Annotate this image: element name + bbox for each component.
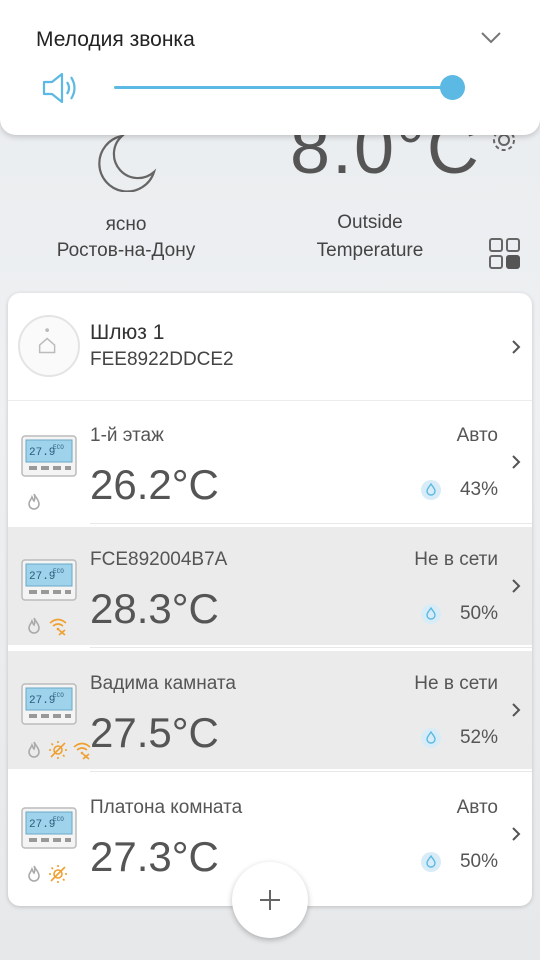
moon-icon — [98, 134, 157, 192]
device-row[interactable]: 27.9 ECO Вадима камната 27.5°C Не в сети 52% — [8, 651, 532, 769]
sun-off-icon — [48, 740, 68, 760]
device-status-icons — [24, 739, 92, 761]
gateway-id: FEE8922DDCE2 — [90, 349, 234, 370]
chevron-right-icon[interactable] — [510, 825, 522, 843]
device-name: FCE892004B7A — [90, 549, 228, 570]
device-temperature: 27.3°C — [90, 833, 219, 880]
speaker-icon[interactable] — [40, 70, 80, 106]
svg-text:27.9: 27.9 — [29, 695, 55, 707]
gateway-avatar — [18, 315, 80, 377]
svg-text:27.9: 27.9 — [29, 819, 55, 831]
sun-off-icon — [48, 864, 68, 884]
thermostat-icon: 27.9 ECO — [21, 807, 77, 849]
device-row[interactable]: 27.9 ECO FCE892004B7A 28.3°C Не в сети 50% — [8, 527, 532, 645]
humidity-drop-icon — [420, 603, 442, 625]
svg-text:ECO: ECO — [53, 692, 64, 699]
volume-slider[interactable] — [114, 75, 465, 100]
thermostat-icon: 27.9 ECO — [21, 559, 77, 601]
svg-text:27.9: 27.9 — [29, 571, 55, 583]
chevron-down-icon[interactable] — [478, 28, 504, 48]
chevron-right-icon[interactable] — [510, 701, 522, 719]
volume-slider-thumb[interactable] — [440, 75, 465, 100]
svg-text:ECO: ECO — [53, 444, 64, 451]
device-temperature: 26.2°C — [90, 461, 219, 508]
row-divider — [90, 647, 532, 648]
outside-temperature-label-line1: Outside — [337, 212, 403, 233]
device-name: Вадима камната — [90, 673, 236, 694]
device-name: 1-й этаж — [90, 425, 164, 446]
device-list-card: Шлюз 1 FEE8922DDCE2 27.9 ECO 1-й этаж 26.2°… — [8, 293, 532, 906]
humidity-drop-icon — [420, 479, 442, 501]
plus-icon — [260, 890, 280, 910]
device-temperature: 28.3°C — [90, 585, 219, 632]
flame-icon — [24, 616, 44, 636]
flame-icon — [24, 740, 44, 760]
svg-text:ECO: ECO — [53, 816, 64, 823]
humidity-drop-icon — [420, 851, 442, 873]
device-humidity: 52% — [459, 727, 498, 748]
chevron-right-icon[interactable] — [510, 338, 522, 356]
row-divider — [90, 771, 532, 772]
row-divider — [90, 523, 532, 524]
svg-text:27.9: 27.9 — [29, 447, 55, 459]
device-name: Платона комната — [90, 797, 243, 818]
gateway-home-icon — [38, 328, 56, 354]
device-temperature: 27.5°C — [90, 709, 219, 756]
flame-icon — [24, 492, 44, 512]
thermostat-icon: 27.9 ECO — [21, 683, 77, 725]
device-humidity: 50% — [459, 603, 498, 624]
device-status-icons — [24, 863, 68, 885]
humidity-drop-icon — [420, 727, 442, 749]
device-row[interactable]: 27.9 ECO 1-й этаж 26.2°C Авто 43% — [8, 403, 532, 521]
device-humidity: 50% — [459, 851, 498, 872]
device-status-icons — [24, 615, 68, 637]
add-device-button[interactable] — [232, 862, 308, 938]
device-mode-status: Не в сети — [414, 549, 498, 570]
outside-temperature-label-line2: Temperature — [316, 240, 424, 261]
gateway-name: Шлюз 1 — [90, 321, 165, 344]
device-mode-status: Авто — [456, 425, 498, 446]
svg-text:ECO: ECO — [53, 568, 64, 575]
volume-slider-fill — [114, 86, 452, 89]
thermostat-icon: 27.9 ECO — [21, 435, 77, 477]
weather-condition: ясно — [105, 214, 147, 235]
grid-view-icon[interactable] — [488, 237, 522, 271]
volume-panel-title: Мелодия звонка — [36, 28, 195, 51]
weather-city: Ростов-на-Дону — [56, 240, 196, 261]
chevron-right-icon[interactable] — [510, 577, 522, 595]
chevron-right-icon[interactable] — [510, 453, 522, 471]
gateway-row[interactable]: Шлюз 1 FEE8922DDCE2 — [8, 293, 532, 401]
wifi-off-icon — [48, 616, 68, 636]
flame-icon — [24, 864, 44, 884]
device-humidity: 43% — [459, 479, 498, 500]
device-status-icons — [24, 491, 44, 513]
ringtone-volume-panel: Мелодия звонка — [0, 0, 540, 135]
device-mode-status: Не в сети — [414, 673, 498, 694]
device-mode-status: Авто — [456, 797, 498, 818]
wifi-off-icon — [72, 740, 92, 760]
